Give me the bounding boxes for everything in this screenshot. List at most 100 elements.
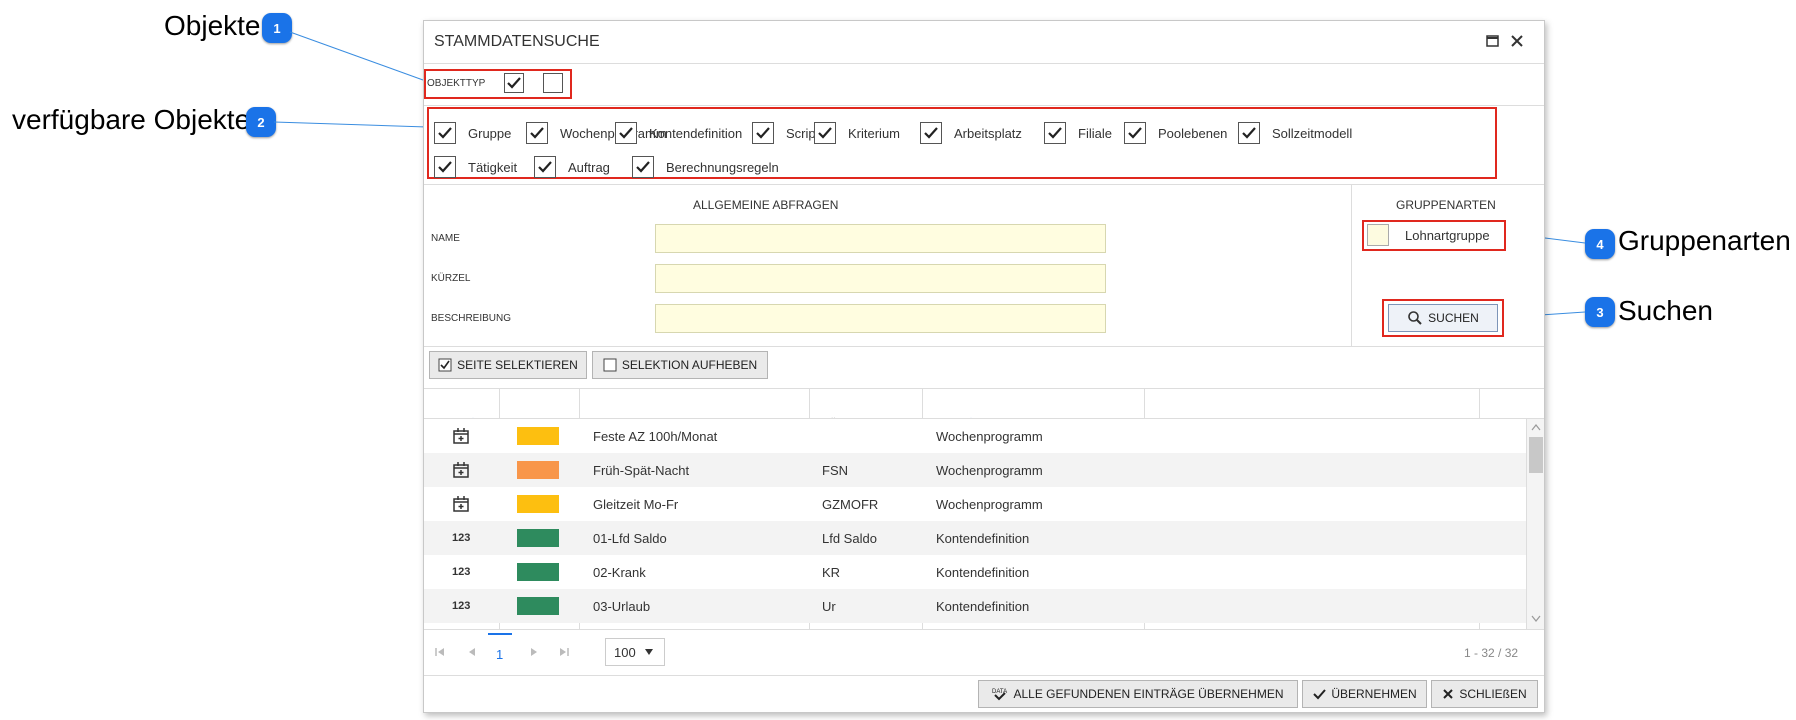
kuerzel-cell: FSN	[822, 462, 848, 478]
name-cell: Früh-Spät-Nacht	[593, 462, 690, 478]
check-icon	[619, 127, 633, 139]
check-icon	[1313, 689, 1327, 700]
table-row[interactable]: Gleitzeit Mo-Fr GZMOFR Wochenprogramm	[424, 487, 1526, 521]
kuerzel-label: KÜRZEL	[431, 273, 471, 284]
divider	[424, 675, 1544, 676]
name-cell: Gleitzeit Mo-Fr	[593, 496, 679, 512]
prev-page-icon[interactable]	[466, 646, 478, 658]
search-button[interactable]: SUCHEN	[1388, 304, 1498, 332]
last-page-icon[interactable]	[558, 646, 570, 658]
kuerzel-cell: Ur	[822, 598, 836, 614]
object-checkbox[interactable]	[1044, 122, 1066, 144]
search-button-label: SUCHEN	[1428, 311, 1479, 325]
numeric-type-icon: 123	[452, 600, 471, 612]
check-icon	[438, 161, 452, 173]
check-icon	[1242, 127, 1256, 139]
search-icon	[1408, 311, 1422, 325]
page-size-select[interactable]: 100	[605, 638, 665, 666]
object-checkbox[interactable]	[434, 156, 456, 178]
scroll-down-icon[interactable]	[1531, 615, 1541, 623]
select-page-button[interactable]: SEITE SELEKTIEREN	[429, 351, 587, 379]
color-swatch	[517, 495, 559, 513]
divider	[424, 105, 1544, 106]
divider	[1351, 184, 1352, 346]
check-icon	[1128, 127, 1142, 139]
name-cell: 02-Krank	[593, 564, 646, 580]
color-swatch	[517, 529, 559, 547]
table-row[interactable]: Früh-Spät-Nacht FSN Wochenprogramm	[424, 453, 1526, 487]
object-checkbox[interactable]	[752, 122, 774, 144]
table-row[interactable]: 123 01-Lfd Saldo Lfd Saldo Kontendefinition	[424, 521, 1526, 555]
scrollbar-thumb[interactable]	[1529, 437, 1543, 473]
object-checkbox[interactable]	[1124, 122, 1146, 144]
color-swatch	[517, 563, 559, 581]
check-icon	[538, 161, 552, 173]
name-cell: 03-Urlaub	[593, 598, 651, 614]
object-checkbox[interactable]	[920, 122, 942, 144]
check-icon	[438, 127, 452, 139]
kuerzel-input[interactable]	[655, 264, 1106, 293]
check-icon	[636, 161, 650, 173]
kuerzel-cell: KR	[822, 564, 841, 580]
color-swatch	[517, 427, 559, 445]
next-page-icon[interactable]	[528, 646, 540, 658]
calendar-icon	[453, 496, 469, 512]
objekttyp-checkbox-checked[interactable]	[504, 73, 524, 93]
first-page-icon[interactable]	[434, 646, 446, 658]
clear-selection-label: SELEKTION AUFHEBEN	[621, 358, 758, 372]
lohnartgruppe-checkbox[interactable]	[1367, 224, 1389, 246]
type-cell: Kontendefinition	[936, 530, 1030, 546]
check-icon	[507, 77, 521, 89]
objekttyp-checkbox-unchecked[interactable]	[543, 73, 563, 93]
object-label: Gruppe	[468, 126, 512, 141]
object-checkbox[interactable]	[632, 156, 654, 178]
take-all-label: ALLE GEFUNDENEN EINTRÄGE ÜBERNEHMEN	[1013, 687, 1284, 701]
check-icon	[756, 127, 770, 139]
object-checkbox[interactable]	[434, 122, 456, 144]
beschreibung-label: BESCHREIBUNG	[431, 313, 512, 324]
table-row[interactable]: 123 03-Urlaub Ur Kontendefinition	[424, 589, 1526, 623]
divider	[424, 388, 1544, 389]
name-label: NAME	[431, 233, 460, 244]
object-label: Tätigkeit	[468, 160, 518, 175]
type-icon-cell	[452, 453, 470, 487]
checkbox-checked-icon	[438, 358, 452, 372]
object-label: Auftrag	[568, 160, 610, 175]
object-checkbox[interactable]	[615, 122, 637, 144]
close-button[interactable]: SCHLIEßEN	[1431, 680, 1538, 708]
name-cell: Feste AZ 100h/Monat	[593, 428, 718, 444]
type-icon-cell	[452, 487, 470, 521]
dialog-title: STAMMDATENSUCHE	[434, 33, 600, 50]
object-checkbox[interactable]	[814, 122, 836, 144]
beschreibung-input[interactable]	[655, 304, 1106, 333]
calendar-icon	[453, 462, 469, 478]
close-icon[interactable]	[1509, 33, 1525, 49]
numeric-type-icon: 123	[452, 532, 471, 544]
object-checkbox[interactable]	[526, 122, 548, 144]
checkbox-empty-icon	[603, 358, 617, 372]
table-row[interactable]: 123 02-Krank KR Kontendefinition	[424, 555, 1526, 589]
take-all-button[interactable]: DATA ALLE GEFUNDENEN EINTRÄGE ÜBERNEHMEN	[978, 680, 1298, 708]
numeric-type-icon: 123	[452, 566, 471, 578]
object-checkbox[interactable]	[1238, 122, 1260, 144]
maximize-icon[interactable]	[1486, 34, 1500, 48]
object-label: Sollzeitmodell	[1272, 126, 1353, 141]
object-label: Kriterium	[848, 126, 901, 141]
type-icon-cell: 123	[452, 521, 470, 555]
object-label: Kontendefinition	[649, 126, 743, 141]
current-page[interactable]: 1	[496, 647, 503, 662]
color-swatch	[517, 597, 559, 615]
take-button[interactable]: ÜBERNEHMEN	[1302, 680, 1427, 708]
object-checkbox[interactable]	[534, 156, 556, 178]
name-input[interactable]	[655, 224, 1106, 253]
object-label: Berechnungsregeln	[666, 160, 779, 175]
clear-selection-button[interactable]: SELEKTION AUFHEBEN	[592, 351, 768, 379]
scrollbar[interactable]	[1526, 419, 1544, 629]
close-icon	[1443, 689, 1454, 699]
name-cell: 01-Lfd Saldo	[593, 530, 667, 546]
table-row[interactable]: Feste AZ 100h/Monat Wochenprogramm	[424, 419, 1526, 453]
divider	[424, 63, 1544, 64]
type-icon-cell: 123	[452, 589, 470, 623]
scroll-up-icon[interactable]	[1531, 423, 1541, 431]
take-label: ÜBERNEHMEN	[1331, 687, 1417, 701]
